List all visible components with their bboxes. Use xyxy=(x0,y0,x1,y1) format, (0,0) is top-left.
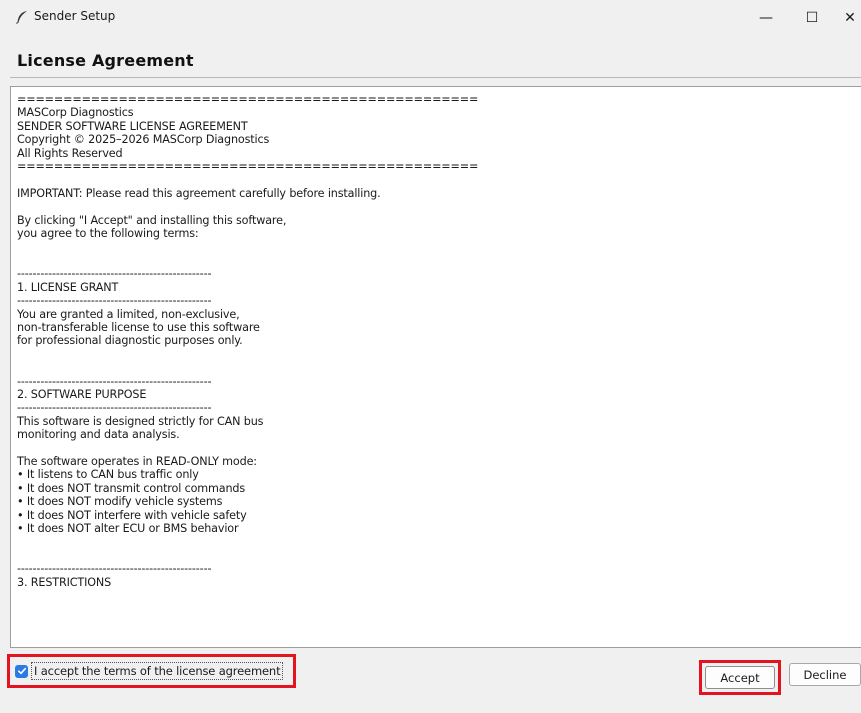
accept-terms-label[interactable]: I accept the terms of the license agreem… xyxy=(30,662,284,680)
license-line: ----------------------------------------… xyxy=(17,294,212,308)
license-line: non-transferable license to use this sof… xyxy=(17,320,260,334)
license-line: ========================================… xyxy=(17,93,479,106)
title-bar: Sender Setup — ☐ ✕ xyxy=(0,0,861,36)
license-line: • It does NOT alter ECU or BMS behavior xyxy=(17,522,239,535)
license-line xyxy=(17,361,861,374)
minimize-button[interactable]: — xyxy=(743,0,789,36)
license-line: All Rights Reserved xyxy=(17,146,123,160)
license-line: The software operates in READ-ONLY mode: xyxy=(17,454,257,468)
license-line xyxy=(17,348,861,361)
license-line xyxy=(17,254,861,267)
license-line xyxy=(17,535,861,548)
close-button[interactable]: ✕ xyxy=(835,0,861,36)
accept-button[interactable]: Accept xyxy=(705,666,775,689)
license-line: 1. LICENSE GRANT xyxy=(17,280,119,294)
license-line: ----------------------------------------… xyxy=(17,374,212,388)
accept-terms-row[interactable]: I accept the terms of the license agreem… xyxy=(7,654,296,688)
license-line: By clicking "I Accept" and installing th… xyxy=(17,213,287,227)
license-line: You are granted a limited, non-exclusive… xyxy=(17,307,240,321)
license-line: IMPORTANT: Please read this agreement ca… xyxy=(17,186,381,200)
decline-button[interactable]: Decline xyxy=(789,663,861,686)
maximize-button[interactable]: ☐ xyxy=(789,0,835,36)
license-line xyxy=(17,200,861,213)
checkmark-icon xyxy=(17,667,26,675)
license-line: ========================================… xyxy=(17,160,479,174)
license-line xyxy=(17,240,861,253)
license-line: ----------------------------------------… xyxy=(17,267,212,281)
license-line: for professional diagnostic purposes onl… xyxy=(17,334,243,348)
license-line: • It does NOT transmit control commands xyxy=(17,481,246,495)
license-line: This software is designed strictly for C… xyxy=(17,414,264,428)
window-title: Sender Setup xyxy=(34,9,116,23)
license-line: • It listens to CAN bus traffic only xyxy=(17,468,199,482)
feather-icon xyxy=(16,11,27,24)
license-text-area[interactable]: ========================================… xyxy=(10,86,861,648)
license-text: ========================================… xyxy=(11,87,861,589)
license-line: Copyright © 2025–2026 MASCorp Diagnostic… xyxy=(17,133,270,147)
header-divider xyxy=(10,77,861,78)
license-line xyxy=(17,173,861,186)
license-line: • It does NOT modify vehicle systems xyxy=(17,495,223,509)
minimize-icon: — xyxy=(759,10,773,26)
license-line: ----------------------------------------… xyxy=(17,401,212,415)
license-line xyxy=(17,442,861,455)
maximize-icon: ☐ xyxy=(805,10,819,26)
license-line: you agree to the following terms: xyxy=(17,227,199,241)
license-line: • It does NOT interfere with vehicle saf… xyxy=(17,508,247,522)
page-title: License Agreement xyxy=(17,51,194,70)
accept-button-highlight: Accept xyxy=(699,660,781,695)
accept-terms-checkbox[interactable] xyxy=(15,664,28,678)
license-line: 3. RESTRICTIONS xyxy=(17,575,112,589)
close-icon: ✕ xyxy=(844,10,856,26)
license-line: 2. SOFTWARE PURPOSE xyxy=(17,387,147,401)
license-line xyxy=(17,549,861,562)
license-line: ----------------------------------------… xyxy=(17,562,212,576)
license-line: MASCorp Diagnostics xyxy=(17,106,134,120)
license-line: monitoring and data analysis. xyxy=(17,428,180,442)
license-line: SENDER SOFTWARE LICENSE AGREEMENT xyxy=(17,119,248,133)
